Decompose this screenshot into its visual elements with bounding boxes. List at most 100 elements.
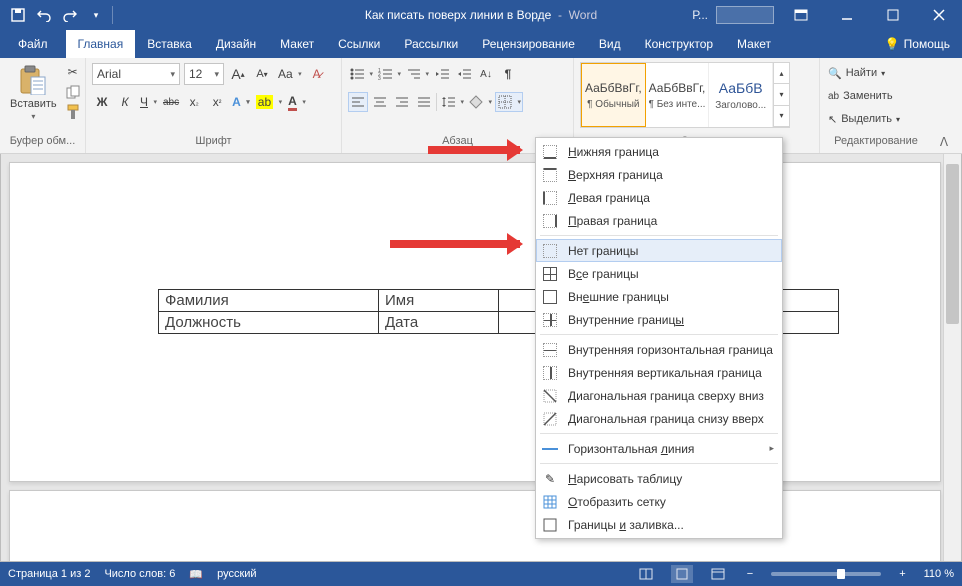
- undo-button[interactable]: [32, 3, 56, 27]
- bold-button[interactable]: Ж: [92, 92, 112, 112]
- select-button[interactable]: ↖Выделить▾: [826, 108, 902, 130]
- copy-button[interactable]: [65, 84, 81, 100]
- view-read-mode-button[interactable]: [635, 565, 657, 583]
- tab-design[interactable]: Дизайн: [204, 30, 268, 58]
- style-no-spacing[interactable]: АаБбВвГг, ¶ Без инте...: [646, 63, 710, 127]
- view-gridlines-item[interactable]: Отобразить сетку: [536, 490, 782, 513]
- multilevel-list-button[interactable]: [404, 64, 430, 84]
- redo-button[interactable]: [58, 3, 82, 27]
- page-1[interactable]: Фамилия Имя Должность Дата: [9, 162, 941, 482]
- view-web-layout-button[interactable]: [707, 565, 729, 583]
- increase-indent-button[interactable]: [454, 64, 474, 84]
- scrollbar-thumb[interactable]: [946, 164, 959, 324]
- save-button[interactable]: [6, 3, 30, 27]
- shading-button[interactable]: [467, 92, 493, 112]
- format-painter-button[interactable]: [65, 104, 81, 120]
- draw-table-item[interactable]: ✎Нарисовать таблицу: [536, 467, 782, 490]
- view-print-layout-button[interactable]: [671, 565, 693, 583]
- subscript-button[interactable]: x₂: [184, 92, 204, 112]
- border-top-item[interactable]: Верхняя граница: [536, 163, 782, 186]
- border-left-item[interactable]: Левая граница: [536, 186, 782, 209]
- borders-button[interactable]: [495, 92, 523, 112]
- style-heading1[interactable]: АаБбВ Заголово...: [709, 63, 773, 127]
- table-cell[interactable]: Имя: [379, 290, 499, 312]
- status-language[interactable]: русский: [217, 568, 256, 580]
- borders-and-shading-item[interactable]: Границы и заливка...: [536, 513, 782, 536]
- gallery-up-button[interactable]: ▴: [774, 63, 789, 84]
- close-button[interactable]: [916, 0, 962, 30]
- border-all-item[interactable]: Все границы: [536, 262, 782, 285]
- shrink-font-button[interactable]: A▾: [252, 64, 272, 84]
- paste-button[interactable]: Вставить ▾: [6, 62, 61, 123]
- minimize-button[interactable]: [824, 0, 870, 30]
- border-diagonal-down-item[interactable]: Диагональная граница сверху вниз: [536, 384, 782, 407]
- italic-button[interactable]: К: [115, 92, 135, 112]
- strikethrough-button[interactable]: abc: [161, 92, 181, 112]
- gallery-more-button[interactable]: ▾: [774, 106, 789, 127]
- tab-review[interactable]: Рецензирование: [470, 30, 587, 58]
- numbering-button[interactable]: 123: [376, 64, 402, 84]
- tab-view[interactable]: Вид: [587, 30, 633, 58]
- qat-customize-button[interactable]: ▾: [84, 3, 108, 27]
- sort-button[interactable]: A↓: [476, 64, 496, 84]
- font-color-button[interactable]: A: [286, 92, 307, 112]
- tab-developer[interactable]: Конструктор: [633, 30, 725, 58]
- tell-me-button[interactable]: 💡Помощь: [873, 37, 962, 51]
- border-inside-item[interactable]: Внутренние границы: [536, 308, 782, 331]
- maximize-button[interactable]: [870, 0, 916, 30]
- status-word-count[interactable]: Число слов: 6: [104, 568, 175, 580]
- tab-layout[interactable]: Макет: [268, 30, 326, 58]
- superscript-button[interactable]: x²: [207, 92, 227, 112]
- collapse-ribbon-button[interactable]: ᐱ: [932, 58, 956, 153]
- zoom-in-button[interactable]: +: [895, 568, 909, 580]
- border-right-item[interactable]: Правая граница: [536, 209, 782, 232]
- border-inside-vertical-item[interactable]: Внутренняя вертикальная граница: [536, 361, 782, 384]
- line-spacing-button[interactable]: [439, 92, 465, 112]
- show-marks-button[interactable]: ¶: [498, 64, 518, 84]
- clear-formatting-button[interactable]: A̷: [307, 64, 327, 84]
- change-case-button[interactable]: Aa: [276, 64, 303, 84]
- border-none-item[interactable]: Нет границы: [536, 239, 782, 262]
- zoom-slider[interactable]: [771, 572, 881, 576]
- tab-mailings[interactable]: Рассылки: [392, 30, 470, 58]
- styles-gallery[interactable]: АаБбВвГг, ¶ Обычный АаБбВвГг, ¶ Без инте…: [580, 62, 790, 128]
- border-diagonal-up-item[interactable]: Диагональная граница снизу вверх: [536, 407, 782, 430]
- vertical-scrollbar[interactable]: [943, 154, 961, 561]
- zoom-slider-thumb[interactable]: [837, 569, 845, 579]
- text-effects-button[interactable]: A: [230, 92, 251, 112]
- align-left-button[interactable]: [348, 92, 368, 112]
- border-outside-item[interactable]: Внешние границы: [536, 285, 782, 308]
- tab-home[interactable]: Главная: [66, 30, 136, 58]
- border-inside-horizontal-item[interactable]: Внутренняя горизонтальная граница: [536, 338, 782, 361]
- border-bottom-item[interactable]: Нижняя граница: [536, 140, 782, 163]
- grow-font-button[interactable]: A▴: [228, 64, 248, 84]
- align-right-button[interactable]: [392, 92, 412, 112]
- find-button[interactable]: 🔍Найти▾: [826, 62, 887, 84]
- tab-references[interactable]: Ссылки: [326, 30, 392, 58]
- status-spellcheck-icon[interactable]: 📖: [189, 568, 203, 581]
- table-cell[interactable]: Фамилия: [159, 290, 379, 312]
- highlight-button[interactable]: ab: [254, 92, 283, 112]
- page-2[interactable]: [9, 490, 941, 562]
- replace-button[interactable]: abЗаменить: [826, 85, 895, 107]
- horizontal-line-item[interactable]: Горизонтальная линия▸: [536, 437, 782, 460]
- table-cell[interactable]: Должность: [159, 312, 379, 334]
- zoom-out-button[interactable]: −: [743, 568, 757, 580]
- status-page[interactable]: Страница 1 из 2: [8, 568, 90, 580]
- tab-table-layout[interactable]: Макет: [725, 30, 783, 58]
- table-cell[interactable]: Дата: [379, 312, 499, 334]
- tab-insert[interactable]: Вставка: [135, 30, 204, 58]
- underline-button[interactable]: Ч: [138, 92, 158, 112]
- bullets-button[interactable]: [348, 64, 374, 84]
- decrease-indent-button[interactable]: [432, 64, 452, 84]
- font-name-combo[interactable]: Arial▾: [92, 63, 180, 85]
- font-size-combo[interactable]: 12▾: [184, 63, 224, 85]
- cut-button[interactable]: ✂: [65, 64, 81, 80]
- tab-file[interactable]: Файл: [0, 30, 66, 58]
- justify-button[interactable]: [414, 92, 434, 112]
- gallery-down-button[interactable]: ▾: [774, 84, 789, 105]
- ribbon-display-options-button[interactable]: [778, 0, 824, 30]
- style-normal[interactable]: АаБбВвГг, ¶ Обычный: [581, 63, 646, 127]
- align-center-button[interactable]: [370, 92, 390, 112]
- zoom-level[interactable]: 110 %: [924, 568, 954, 580]
